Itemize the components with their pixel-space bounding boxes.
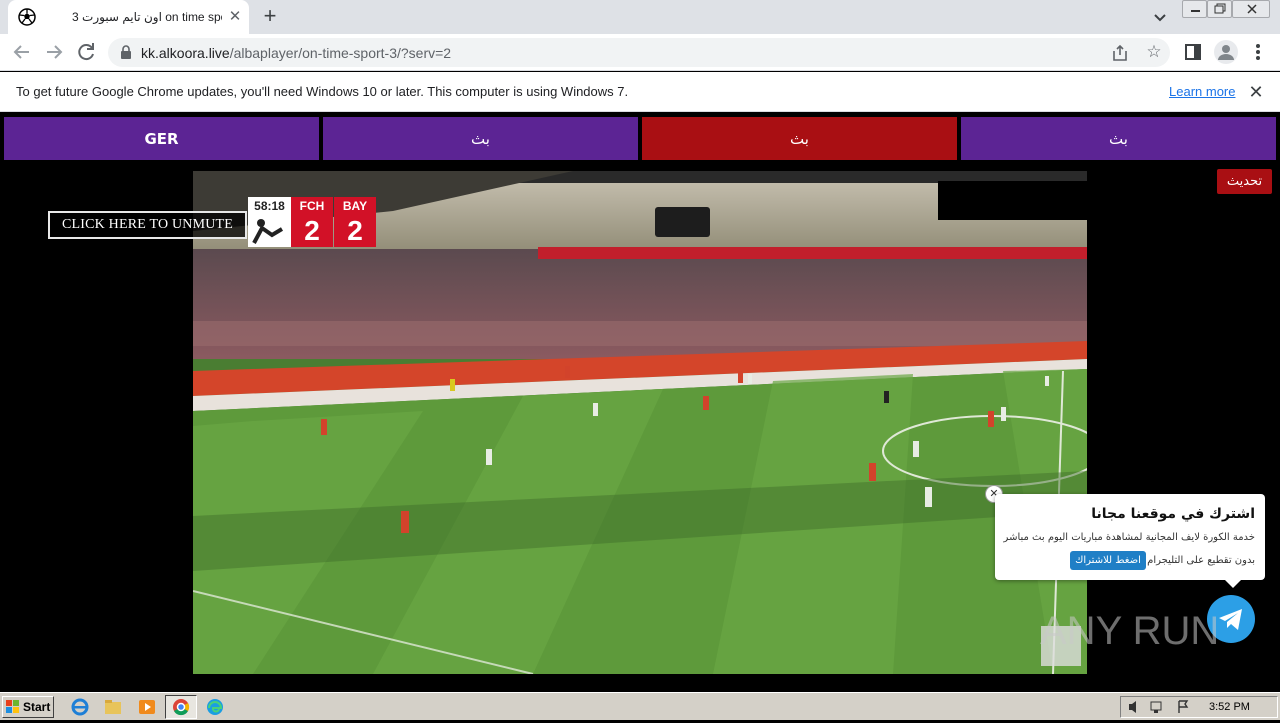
clock: 3:52 PM xyxy=(1209,701,1250,713)
edge-icon[interactable] xyxy=(204,697,226,717)
refresh-button[interactable]: تحديث xyxy=(1217,169,1272,194)
url-host: kk.alkoora.live xyxy=(141,45,230,61)
soccer-ball-icon xyxy=(18,8,36,26)
person-icon xyxy=(1218,45,1234,60)
file-explorer-icon[interactable] xyxy=(102,697,124,717)
volume-icon xyxy=(1129,701,1136,713)
minimize-icon xyxy=(1191,10,1200,12)
browser-tab[interactable]: اون تايم سبورت 3 on time sport ✕ xyxy=(8,0,249,34)
popup-title: اشترك في موقعنا مجانا xyxy=(1091,506,1255,522)
infobar-message: To get future Google Chrome updates, you… xyxy=(16,84,629,99)
internet-explorer-icon[interactable] xyxy=(69,697,91,717)
reload-icon[interactable] xyxy=(74,40,98,64)
match-clock: 58:18 xyxy=(248,197,291,215)
windows-flag-icon xyxy=(6,700,19,713)
network-icon xyxy=(1150,701,1162,713)
system-tray xyxy=(1120,696,1278,718)
overlay-box xyxy=(938,181,1087,220)
restore-button[interactable] xyxy=(1207,0,1232,18)
unmute-button[interactable]: CLICK HERE TO UNMUTE xyxy=(48,211,247,239)
browser-toolbar: kk.alkoora.live/albaplayer/on-time-sport… xyxy=(0,34,1280,71)
server-button-ger[interactable]: GER xyxy=(4,117,319,160)
learn-more-link[interactable]: Learn more xyxy=(1169,84,1235,99)
subscribe-popup: اشترك في موقعنا مجانا خدمة الكورة لايف ا… xyxy=(995,494,1265,580)
anyrun-watermark: ANY RUN xyxy=(1040,609,1220,653)
server-button-4[interactable]: بث xyxy=(961,117,1276,160)
popup-description-2: بدون تقطيع على التليجرام xyxy=(1147,555,1255,566)
lock-icon[interactable] xyxy=(120,45,132,59)
popup-description: خدمة الكورة لايف المجانية لمشاهدة مباريا… xyxy=(1003,532,1255,543)
tab-close-icon[interactable]: ✕ xyxy=(226,8,244,26)
close-icon xyxy=(1247,4,1257,14)
subscribe-button[interactable]: اضغط للاشتراك xyxy=(1070,551,1146,570)
url-path: /albaplayer/on-time-sport-3/?serv=2 xyxy=(229,45,452,61)
share-icon[interactable] xyxy=(1111,44,1129,62)
tab-title: اون تايم سبورت 3 on time sport xyxy=(72,10,222,24)
server-button-2[interactable]: بث xyxy=(323,117,638,160)
server-button-3-active[interactable]: بث xyxy=(642,117,957,160)
tab-strip: اون تايم سبورت 3 on time sport ✕ + xyxy=(0,0,1280,34)
taskbar: Start 3:52 PM xyxy=(0,692,1280,720)
window-close-button[interactable] xyxy=(1232,0,1270,18)
away-team: BAY xyxy=(334,197,376,215)
kebab-menu-icon[interactable] xyxy=(1252,42,1264,62)
minimize-button[interactable] xyxy=(1182,0,1207,18)
media-player-icon[interactable] xyxy=(136,697,158,717)
restore-icon xyxy=(1214,3,1226,14)
new-tab-button[interactable]: + xyxy=(258,5,282,29)
address-bar[interactable]: kk.alkoora.live/albaplayer/on-time-sport… xyxy=(108,38,1170,67)
away-score: 2 xyxy=(334,215,376,247)
infobar-close-icon[interactable]: ✕ xyxy=(1246,82,1266,102)
update-infobar: To get future Google Chrome updates, you… xyxy=(0,72,1280,112)
flag-icon xyxy=(1178,700,1189,713)
chrome-icon xyxy=(173,699,190,716)
start-label: Start xyxy=(23,700,51,714)
bundesliga-logo-icon xyxy=(248,215,291,247)
popup-arrow xyxy=(1224,579,1242,588)
url-text[interactable]: kk.alkoora.live/albaplayer/on-time-sport… xyxy=(141,45,451,61)
start-button[interactable]: Start xyxy=(2,696,54,718)
chevron-down-icon[interactable] xyxy=(1150,8,1170,26)
forward-icon[interactable] xyxy=(42,40,66,64)
bookmark-star-icon[interactable]: ☆ xyxy=(1144,42,1164,62)
side-panel-icon[interactable] xyxy=(1184,43,1202,61)
home-score: 2 xyxy=(291,215,333,247)
home-team: FCH xyxy=(291,197,333,215)
video-player[interactable]: 58:18 FCH 2 BAY 2 xyxy=(193,171,1087,674)
page-content: GER بث بث بث تحديث 58:18 FCH 2 BAY 2 CLI… xyxy=(0,113,1280,691)
profile-avatar-icon[interactable] xyxy=(1214,40,1238,64)
chrome-taskbar-button[interactable] xyxy=(165,695,197,719)
back-icon[interactable] xyxy=(10,40,34,64)
tray-icons xyxy=(1129,700,1189,713)
